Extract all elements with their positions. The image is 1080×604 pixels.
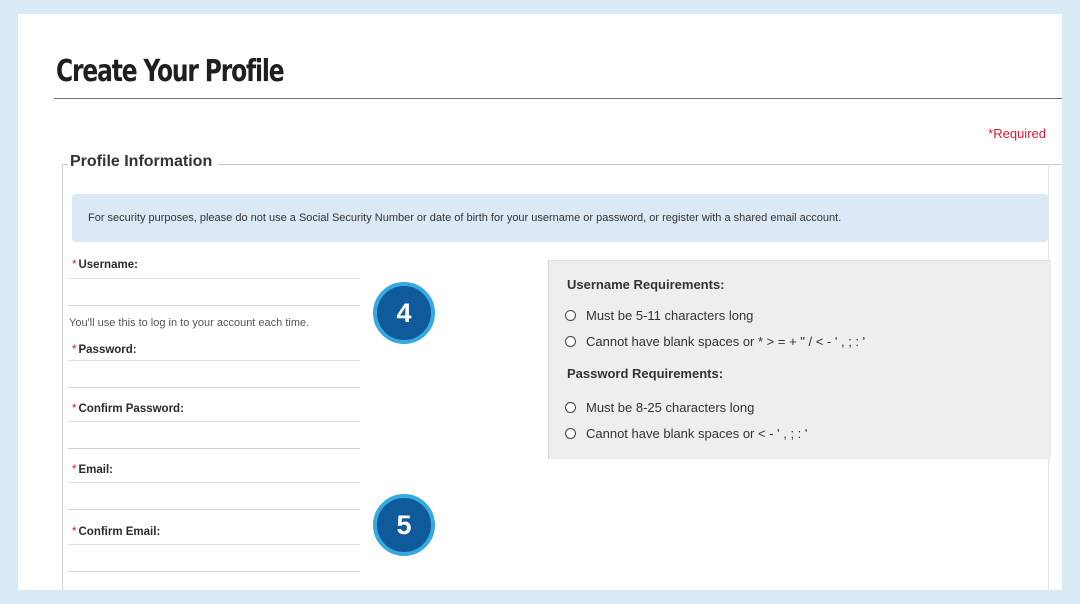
username-label-text: Username: xyxy=(78,259,138,271)
requirement-status-icon xyxy=(565,428,576,439)
required-star: * xyxy=(72,464,77,476)
section-title: Profile Information xyxy=(68,153,219,171)
confirm-email-input[interactable] xyxy=(68,544,360,572)
email-input[interactable] xyxy=(68,482,360,510)
title-divider xyxy=(54,98,1062,99)
username-requirements-title: Username Requirements: xyxy=(567,277,725,292)
confirm-password-label-text: Confirm Password: xyxy=(78,403,184,415)
page-title: Create Your Profile xyxy=(56,54,285,89)
confirm-password-input[interactable] xyxy=(68,421,360,449)
password-label: * Password: xyxy=(72,344,137,356)
requirement-text: Cannot have blank spaces or < - ' , ; : … xyxy=(586,426,808,441)
confirm-password-label: * Confirm Password: xyxy=(72,403,184,415)
password-requirements-title: Password Requirements: xyxy=(567,366,724,381)
email-label-text: Email: xyxy=(78,464,113,476)
requirement-text: Cannot have blank spaces or * > = + " / … xyxy=(586,334,866,349)
security-notice-text: For security purposes, please do not use… xyxy=(88,212,842,224)
password-requirement-characters: Cannot have blank spaces or < - ' , ; : … xyxy=(565,426,807,441)
username-label: * Username: xyxy=(72,259,138,271)
username-helper-text: You'll use this to log in to your accoun… xyxy=(69,317,310,329)
security-notice: For security purposes, please do not use… xyxy=(72,194,1048,242)
requirement-text: Must be 8-25 characters long xyxy=(586,400,755,415)
requirements-panel: Username Requirements: Must be 5-11 char… xyxy=(548,260,1051,459)
username-requirement-length: Must be 5-11 characters long xyxy=(565,308,753,323)
requirement-status-icon xyxy=(565,336,576,347)
confirm-email-label: * Confirm Email: xyxy=(72,526,160,538)
requirement-status-icon xyxy=(565,402,576,413)
password-label-text: Password: xyxy=(78,344,137,356)
step-badge-5: 5 xyxy=(373,494,435,556)
requirement-text: Must be 5-11 characters long xyxy=(586,308,754,323)
password-requirement-length: Must be 8-25 characters long xyxy=(565,400,754,415)
required-star: * xyxy=(72,259,77,271)
required-note: *Required xyxy=(988,126,1046,141)
password-input[interactable] xyxy=(68,360,360,388)
required-star: * xyxy=(72,526,77,538)
email-label: * Email: xyxy=(72,464,113,476)
required-star: * xyxy=(72,344,77,356)
confirm-email-label-text: Confirm Email: xyxy=(78,526,161,538)
section-border-left xyxy=(62,164,63,590)
username-input[interactable] xyxy=(68,278,360,306)
profile-card: Create Your Profile *Required Profile In… xyxy=(18,14,1062,590)
required-star: * xyxy=(72,403,77,415)
username-requirement-characters: Cannot have blank spaces or * > = + " / … xyxy=(565,334,865,349)
requirement-status-icon xyxy=(565,310,576,321)
step-badge-4: 4 xyxy=(373,282,435,344)
